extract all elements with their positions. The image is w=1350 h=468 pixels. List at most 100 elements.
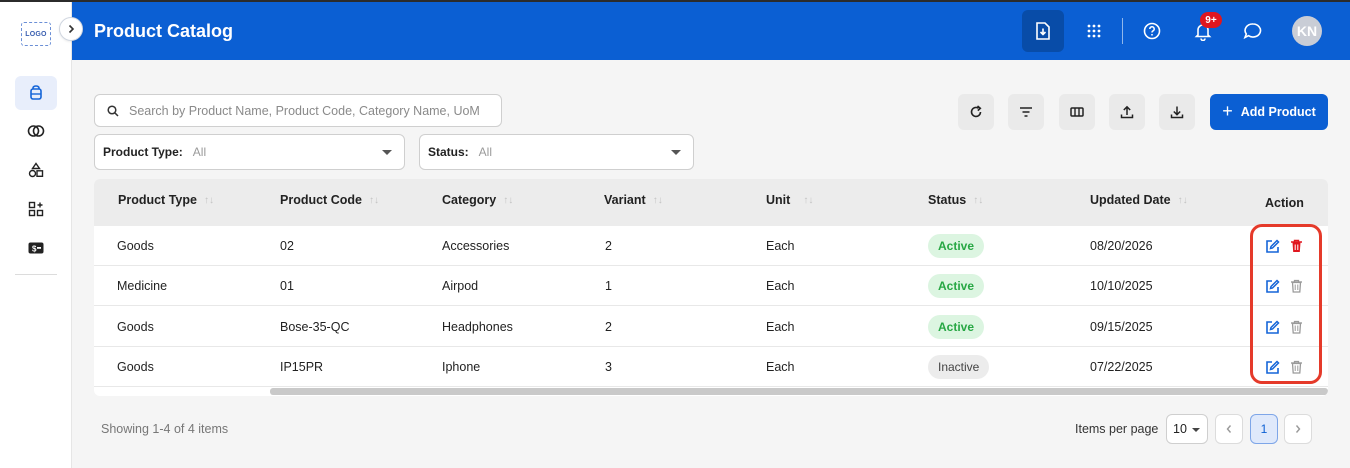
svg-text:$: $ — [32, 245, 37, 254]
items-count-text: Showing 1-4 of 4 items — [101, 422, 229, 436]
download-file-icon — [1036, 22, 1050, 40]
column-header-product-type[interactable]: Product Type ↑↓ — [118, 193, 214, 207]
cell-product-code: Bose-35-QC — [280, 320, 350, 334]
columns-icon — [1070, 107, 1084, 117]
caret-down-icon — [1192, 428, 1200, 432]
prev-page-button[interactable] — [1215, 414, 1243, 444]
cell-unit: Each — [766, 239, 795, 253]
column-header-action: Action — [1265, 196, 1304, 210]
logo: LOGO — [21, 22, 51, 46]
search-input[interactable] — [129, 103, 489, 118]
sidebar-item-shapes[interactable] — [15, 153, 57, 187]
product-type-filter[interactable]: Product Type: All — [94, 134, 405, 170]
filter-lines-icon — [1020, 107, 1032, 117]
sidebar-item-rings[interactable] — [15, 114, 57, 148]
table-row[interactable]: Medicine 01 Airpod 1 Each Active 10/10/2… — [94, 266, 1328, 306]
cell-unit: Each — [766, 320, 795, 334]
caret-down-icon — [382, 150, 392, 155]
column-header-product-code[interactable]: Product Code ↑↓ — [280, 193, 379, 207]
messages-button[interactable] — [1232, 10, 1274, 52]
plus-icon: + — [1222, 101, 1233, 121]
status-badge: Inactive — [928, 355, 990, 379]
search-box[interactable] — [94, 94, 502, 127]
cell-product-code: 01 — [280, 279, 294, 293]
cell-product-type: Goods — [117, 239, 154, 253]
download-icon — [1170, 106, 1184, 119]
upload-button[interactable] — [1109, 94, 1145, 130]
sidebar-expand-button[interactable] — [59, 17, 83, 41]
sort-icon: ↑↓ — [368, 194, 379, 206]
apps-grid-icon — [1087, 24, 1101, 38]
cell-category: Headphones — [442, 320, 513, 334]
chevron-left-icon — [1226, 425, 1232, 433]
cell-product-code: IP15PR — [280, 360, 324, 374]
top-header: Product Catalog 9+ KN — [72, 2, 1350, 60]
table-row[interactable]: Goods 02 Accessories 2 Each Active 08/20… — [94, 226, 1328, 266]
cell-product-type: Goods — [117, 360, 154, 374]
sidebar-item-billing[interactable]: $ — [15, 231, 57, 265]
cell-updated-date: 08/20/2026 — [1090, 239, 1153, 253]
sidebar-item-grid[interactable] — [15, 192, 57, 226]
product-type-filter-value: All — [192, 145, 207, 159]
cell-variant: 1 — [605, 279, 612, 293]
cell-updated-date: 10/10/2025 — [1090, 279, 1153, 293]
left-sidebar: LOGO $ — [0, 2, 72, 468]
product-type-filter-label: Product Type: — [103, 145, 183, 159]
column-header-updated-date[interactable]: Updated Date ↑↓ — [1090, 193, 1188, 207]
money-icon: $ — [28, 242, 44, 254]
header-divider — [1122, 18, 1123, 44]
sort-icon: ↑↓ — [203, 194, 214, 206]
status-filter-value: All — [478, 145, 493, 159]
items-per-page-select[interactable]: 10 — [1166, 414, 1208, 444]
status-filter-label: Status: — [428, 145, 469, 159]
items-per-page-label: Items per page — [1075, 422, 1159, 436]
chat-bubble-icon — [1243, 23, 1262, 40]
export-document-button[interactable] — [1022, 10, 1064, 52]
column-header-status[interactable]: Status ↑↓ — [928, 193, 983, 207]
horizontal-scrollbar[interactable] — [270, 388, 1328, 395]
cell-product-type: Medicine — [117, 279, 168, 293]
columns-button[interactable] — [1059, 94, 1095, 130]
sort-icon: ↑↓ — [503, 194, 514, 206]
grid-plus-icon — [28, 201, 44, 217]
sort-icon: ↑↓ — [803, 194, 814, 206]
rings-icon — [27, 125, 45, 137]
column-header-variant[interactable]: Variant ↑↓ — [604, 193, 663, 207]
status-filter[interactable]: Status: All — [419, 134, 694, 170]
product-box-icon — [30, 85, 42, 100]
table-header: Product Type ↑↓ Product Code ↑↓ Category ↑↓… — [94, 179, 1328, 226]
cell-updated-date: 07/22/2025 — [1090, 360, 1153, 374]
sort-icon: ↑↓ — [973, 194, 984, 206]
cell-product-type: Goods — [117, 320, 154, 334]
apps-button[interactable] — [1073, 10, 1115, 52]
chevron-right-icon — [1295, 425, 1301, 433]
column-header-unit[interactable]: Unit ↑↓ — [766, 193, 813, 207]
download-button[interactable] — [1159, 94, 1195, 130]
add-product-label: Add Product — [1240, 105, 1316, 119]
shapes-icon — [28, 162, 44, 178]
chevron-right-icon — [68, 24, 75, 34]
search-icon — [107, 104, 119, 117]
status-badge: Active — [928, 274, 985, 298]
user-avatar[interactable]: KN — [1292, 16, 1322, 46]
filter-button[interactable] — [1008, 94, 1044, 130]
cell-unit: Each — [766, 279, 795, 293]
cell-product-code: 02 — [280, 239, 294, 253]
refresh-button[interactable] — [958, 94, 994, 130]
product-table: Product Type ↑↓ Product Code ↑↓ Category ↑↓… — [94, 179, 1328, 396]
cell-category: Iphone — [442, 360, 481, 374]
status-badge: Active — [928, 234, 985, 258]
cell-variant: 3 — [605, 360, 612, 374]
status-badge: Active — [928, 315, 985, 339]
add-product-button[interactable]: + Add Product — [1210, 94, 1328, 130]
column-header-category[interactable]: Category ↑↓ — [442, 193, 513, 207]
page-title: Product Catalog — [94, 21, 234, 41]
page-button-current[interactable]: 1 — [1250, 414, 1278, 444]
sidebar-item-products[interactable] — [15, 76, 57, 110]
notification-badge: 9+ — [1200, 12, 1222, 28]
next-page-button[interactable] — [1284, 414, 1312, 444]
table-row[interactable]: Goods Bose-35-QC Headphones 2 Each Activ… — [94, 307, 1328, 347]
table-row[interactable]: Goods IP15PR Iphone 3 Each Inactive 07/2… — [94, 347, 1328, 387]
help-button[interactable] — [1131, 10, 1173, 52]
cell-updated-date: 09/15/2025 — [1090, 320, 1153, 334]
